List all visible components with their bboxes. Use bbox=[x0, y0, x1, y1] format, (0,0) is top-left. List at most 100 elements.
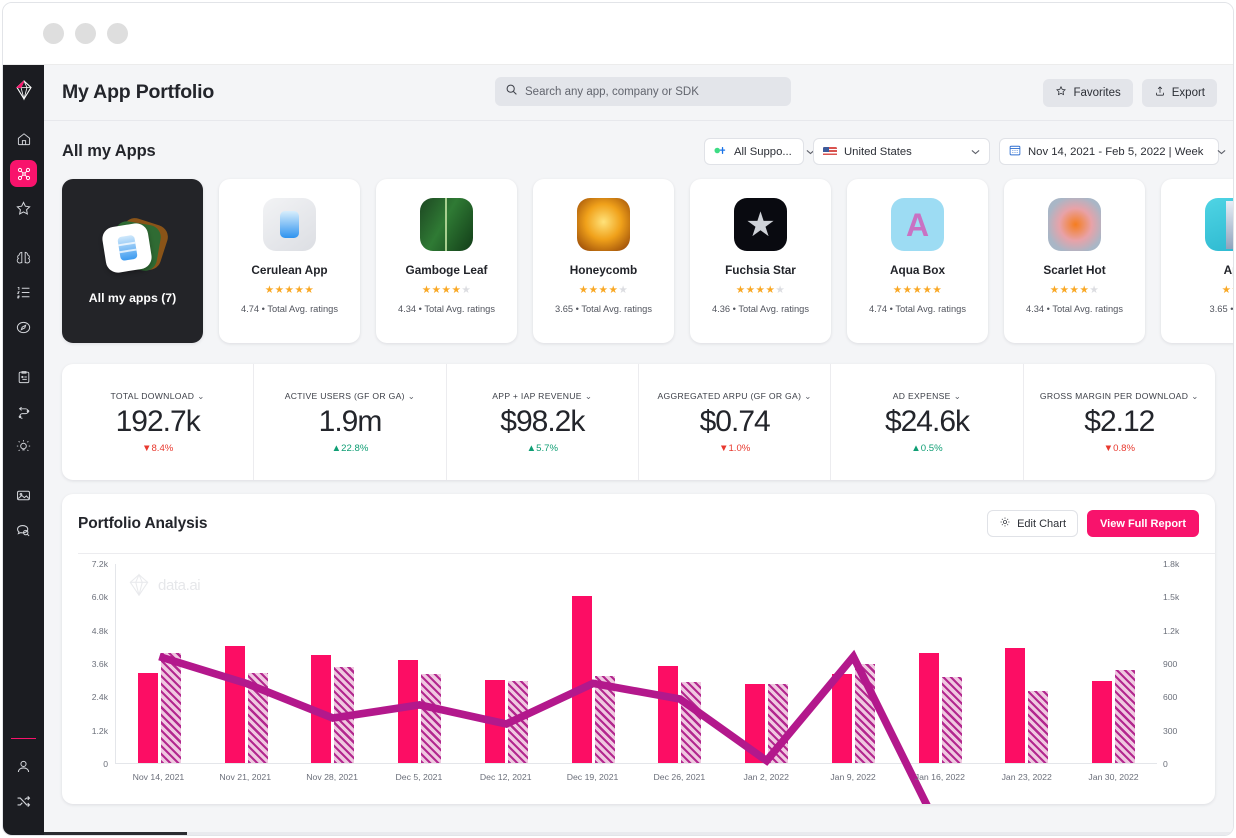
app-rating-text: 4.34 • Total Avg. ratings bbox=[1026, 304, 1123, 314]
chevron-down-icon: ⌄ bbox=[1191, 391, 1199, 401]
kpi-label[interactable]: AGGREGATED ARPU (GF OR GA)⌄ bbox=[658, 391, 812, 402]
kpi-card[interactable]: APP + IAP REVENUE⌄ $98.2k ▲5.7% bbox=[447, 364, 639, 480]
app-star-rating: ★★★★★ bbox=[265, 284, 315, 296]
cerulean-app-icon bbox=[263, 198, 316, 251]
x-tick-label: Jan 30, 2022 bbox=[1070, 772, 1157, 782]
country-filter[interactable]: United States bbox=[813, 138, 990, 165]
sidebar-item-compare[interactable] bbox=[10, 398, 37, 425]
app-star-rating: ★★★★★ bbox=[1050, 284, 1100, 296]
sidebar-item-reports[interactable] bbox=[10, 363, 37, 390]
sidebar-item-shuffle[interactable] bbox=[10, 788, 37, 815]
sidebar-item-intelligence[interactable] bbox=[10, 244, 37, 271]
y-tick-right: 300 bbox=[1163, 726, 1177, 736]
top-bar-actions: Favorites Export bbox=[1043, 79, 1217, 107]
search-input[interactable] bbox=[525, 86, 781, 98]
edit-chart-button[interactable]: Edit Chart bbox=[987, 510, 1078, 537]
app-star-rating: ★★★★★ bbox=[893, 284, 943, 296]
export-label: Export bbox=[1172, 87, 1205, 99]
store-filter[interactable]: All Suppo... bbox=[704, 138, 804, 165]
y-tick-right: 1.2k bbox=[1163, 626, 1179, 636]
app-card[interactable]: Honeycomb ★★★★★ 3.65 • Total Avg. rating… bbox=[533, 179, 674, 343]
kpi-value: $0.74 bbox=[700, 405, 770, 439]
window-dot-maximize[interactable] bbox=[107, 23, 128, 44]
panel-divider bbox=[78, 553, 1215, 554]
sidebar-item-creatives[interactable] bbox=[10, 482, 37, 509]
portfolio-analysis-panel: Portfolio Analysis Edit Chart bbox=[62, 494, 1215, 804]
sidebar-item-insights[interactable] bbox=[10, 433, 37, 460]
app-card[interactable]: ★ Fuchsia Star ★★★★★ 4.36 • Total Avg. r… bbox=[690, 179, 831, 343]
horizontal-scrollbar[interactable] bbox=[44, 832, 1233, 836]
app-rating-text: 4.36 • Total Avg. ratings bbox=[712, 304, 809, 314]
app-name: Ap bbox=[1224, 263, 1233, 277]
date-range-filter[interactable]: Nov 14, 2021 - Feb 5, 2022 | Week bbox=[999, 138, 1219, 165]
app-card-partial[interactable]: Ap ★★ 3.65 • Tota bbox=[1161, 179, 1233, 343]
sidebar-item-search[interactable] bbox=[10, 517, 37, 544]
app-rating-text: 4.74 • Total Avg. ratings bbox=[241, 304, 338, 314]
kpi-label-text: ACTIVE USERS (GF OR GA) bbox=[285, 391, 405, 401]
app-card[interactable]: A Aqua Box ★★★★★ 4.74 • Total Avg. ratin… bbox=[847, 179, 988, 343]
y-tick-right: 0 bbox=[1163, 759, 1168, 769]
kpi-value: $98.2k bbox=[500, 405, 584, 439]
sidebar-item-home[interactable] bbox=[10, 125, 37, 152]
kpi-card[interactable]: TOTAL DOWNLOAD⌄ 192.7k ▼8.4% bbox=[62, 364, 254, 480]
app-card[interactable]: Cerulean App ★★★★★ 4.74 • Total Avg. rat… bbox=[219, 179, 360, 343]
app-rating-text: 3.65 • Total Avg. ratings bbox=[555, 304, 652, 314]
y-tick-right: 900 bbox=[1163, 659, 1177, 669]
app-star-rating: ★★ bbox=[1222, 284, 1233, 296]
sidebar-item-portfolio[interactable] bbox=[10, 160, 37, 187]
view-full-report-button[interactable]: View Full Report bbox=[1087, 510, 1199, 537]
kpi-delta-text: 0.8% bbox=[1113, 443, 1135, 454]
kpi-card[interactable]: AGGREGATED ARPU (GF OR GA)⌄ $0.74 ▼1.0% bbox=[639, 364, 831, 480]
kpi-label[interactable]: APP + IAP REVENUE⌄ bbox=[492, 391, 592, 402]
stores-icon bbox=[714, 145, 727, 159]
kpi-delta: ▲5.7% bbox=[527, 443, 558, 454]
app-card[interactable]: Scarlet Hot ★★★★★ 4.34 • Total Avg. rati… bbox=[1004, 179, 1145, 343]
all-apps-card[interactable]: All my apps (7) bbox=[62, 179, 203, 343]
favorites-button[interactable]: Favorites bbox=[1043, 79, 1132, 107]
kpi-card[interactable]: GROSS MARGIN PER DOWNLOAD⌄ $2.12 ▼0.8% bbox=[1024, 364, 1215, 480]
kpi-label[interactable]: AD EXPENSE⌄ bbox=[893, 391, 961, 402]
panel-header: Portfolio Analysis Edit Chart bbox=[78, 510, 1199, 537]
window-dot-minimize[interactable] bbox=[75, 23, 96, 44]
section-title: All my Apps bbox=[62, 142, 156, 161]
portfolio-chart: 01.2k2.4k3.6k4.8k6.0k7.2k 03006009001.2k… bbox=[78, 564, 1199, 794]
section-header: All my Apps All Suppo... bbox=[44, 121, 1233, 165]
chevron-down-icon: ⌄ bbox=[954, 391, 962, 401]
window-dot-close[interactable] bbox=[43, 23, 64, 44]
kpi-label-text: GROSS MARGIN PER DOWNLOAD bbox=[1040, 391, 1188, 401]
kpi-delta-text: 22.8% bbox=[341, 443, 368, 454]
sidebar-item-explore[interactable] bbox=[10, 314, 37, 341]
brand-diamond-icon[interactable] bbox=[12, 78, 36, 107]
partial-app-icon bbox=[1205, 198, 1233, 251]
search-icon bbox=[505, 83, 518, 101]
app-star-rating: ★★★★★ bbox=[422, 284, 472, 296]
view-full-report-label: View Full Report bbox=[1100, 518, 1186, 530]
search-box[interactable] bbox=[495, 77, 791, 106]
kpi-label[interactable]: ACTIVE USERS (GF OR GA)⌄ bbox=[285, 391, 416, 402]
gear-icon bbox=[999, 516, 1011, 531]
x-tick-label: Dec 5, 2021 bbox=[375, 772, 462, 782]
app-name: Fuchsia Star bbox=[725, 263, 796, 277]
sidebar-item-favorites[interactable] bbox=[10, 195, 37, 222]
scarlet-hot-icon bbox=[1048, 198, 1101, 251]
top-bar: My App Portfolio bbox=[44, 65, 1233, 121]
kpi-label[interactable]: TOTAL DOWNLOAD⌄ bbox=[111, 391, 205, 402]
sidebar-item-rankings[interactable] bbox=[10, 279, 37, 306]
app-rating-text: 4.34 • Total Avg. ratings bbox=[398, 304, 495, 314]
y-tick-left: 0 bbox=[103, 759, 108, 769]
app-card[interactable]: Gamboge Leaf ★★★★★ 4.34 • Total Avg. rat… bbox=[376, 179, 517, 343]
app-name: Honeycomb bbox=[570, 263, 638, 277]
kpi-label[interactable]: GROSS MARGIN PER DOWNLOAD⌄ bbox=[1040, 391, 1199, 402]
app-star-rating: ★★★★★ bbox=[736, 284, 786, 296]
kpi-card[interactable]: ACTIVE USERS (GF OR GA)⌄ 1.9m ▲22.8% bbox=[254, 364, 446, 480]
x-tick-label: Dec 12, 2021 bbox=[462, 772, 549, 782]
chart-trend-line bbox=[116, 564, 1157, 804]
kpi-value: 1.9m bbox=[319, 405, 382, 439]
y-axis-right: 03006009001.2k1.5k1.8k bbox=[1163, 564, 1193, 764]
kpi-card[interactable]: AD EXPENSE⌄ $24.6k ▲0.5% bbox=[831, 364, 1023, 480]
kpi-value: $24.6k bbox=[885, 405, 969, 439]
x-tick-label: Jan 2, 2022 bbox=[723, 772, 810, 782]
export-button[interactable]: Export bbox=[1142, 79, 1217, 107]
sidebar-item-account[interactable] bbox=[10, 753, 37, 780]
kpi-delta-text: 0.5% bbox=[921, 443, 943, 454]
